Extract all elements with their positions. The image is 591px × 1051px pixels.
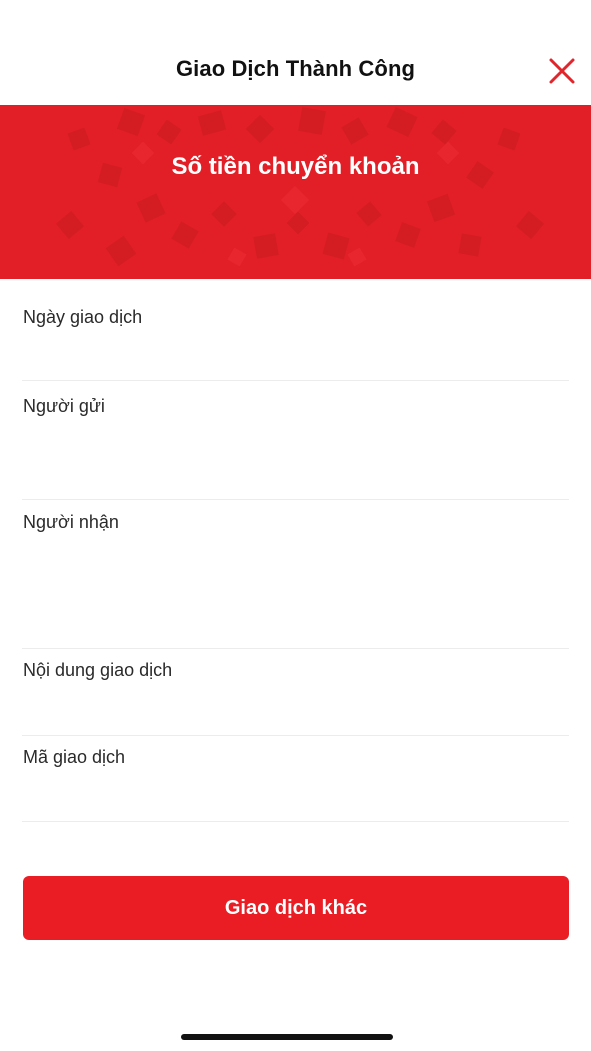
detail-row-transaction-id: Mã giao dịch [22, 736, 569, 822]
receiver-label: Người nhận [23, 512, 119, 532]
page-title: Giao Dịch Thành Công [175, 56, 416, 81]
transaction-success-screen: Giao Dịch Thành Công Số tiền chuyển khoả… [0, 0, 591, 1051]
sender-label: Người gửi [23, 396, 105, 416]
amount-banner: Số tiền chuyển khoản [0, 105, 591, 279]
detail-row-receiver: Người nhận [22, 500, 569, 649]
header: Giao Dịch Thành Công [0, 0, 591, 105]
home-indicator [181, 1034, 393, 1040]
detail-row-date: Ngày giao dịch [22, 279, 569, 381]
other-transaction-button[interactable]: Giao dịch khác [23, 876, 569, 940]
close-button[interactable] [547, 56, 577, 86]
close-icon [549, 58, 575, 84]
date-label: Ngày giao dịch [23, 307, 143, 327]
transaction-details: Ngày giao dịch Người gửi Người nhận Nội … [22, 279, 569, 822]
detail-row-sender: Người gửi [22, 381, 569, 500]
transaction-id-label: Mã giao dịch [23, 747, 126, 767]
detail-row-content: Nội dung giao dịch [22, 649, 569, 736]
amount-title: Số tiền chuyển khoản [171, 153, 420, 180]
banner-pattern [55, 106, 545, 267]
content-label: Nội dung giao dịch [23, 660, 173, 680]
